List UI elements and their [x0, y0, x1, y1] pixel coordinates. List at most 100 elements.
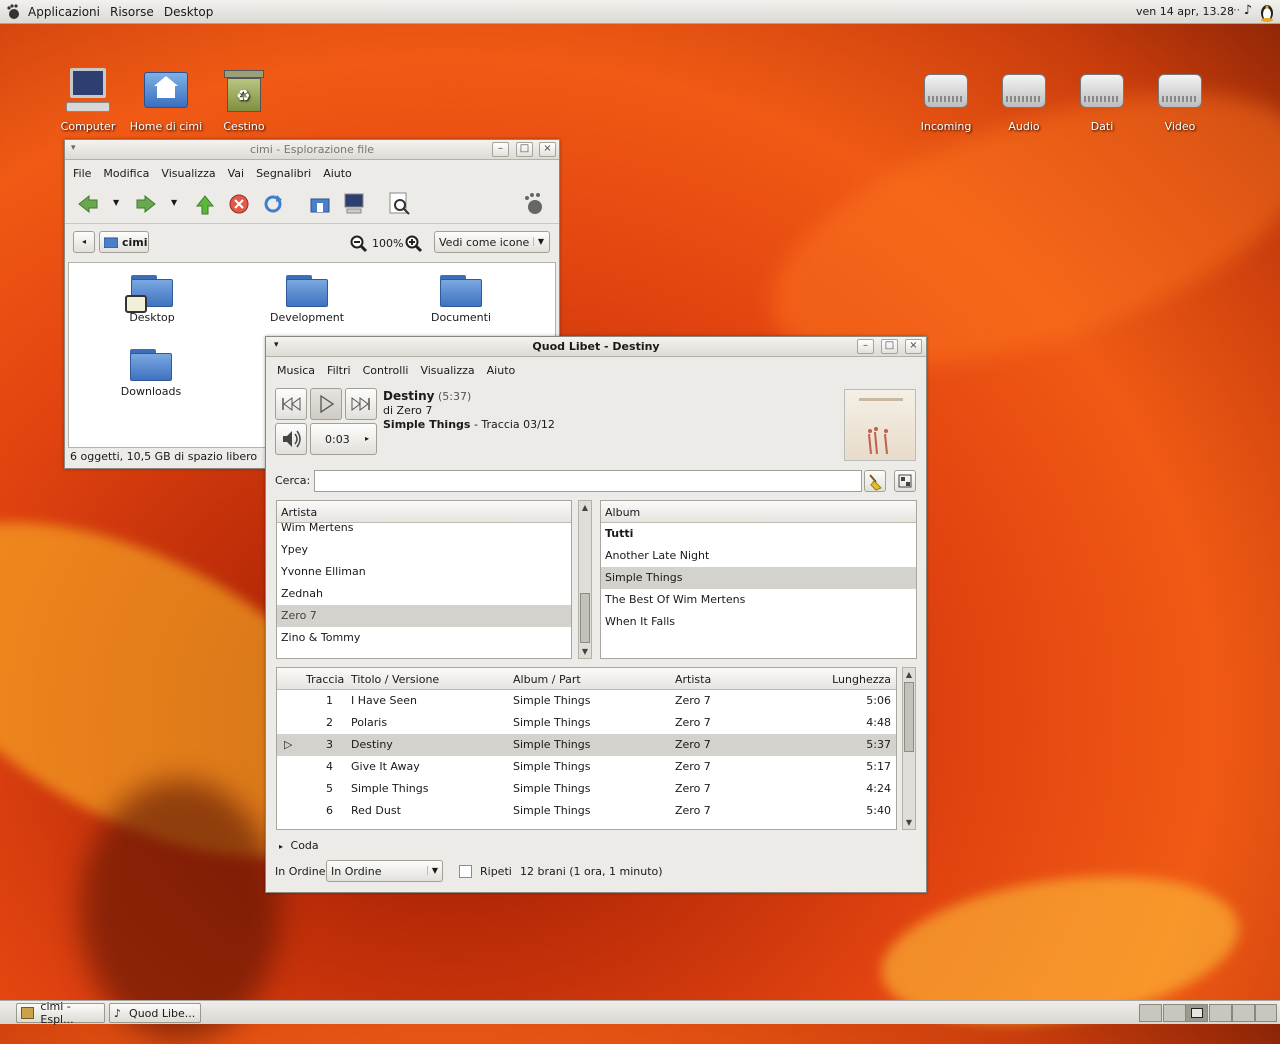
forward-history-dropdown-icon[interactable]: ▼: [171, 198, 177, 207]
column-lunghezza[interactable]: Lunghezza: [832, 673, 891, 686]
song-row[interactable]: 5 Simple Things Simple Things Zero 7 4:24: [277, 778, 896, 800]
menu-musica[interactable]: Musica: [277, 364, 315, 377]
workspace-2[interactable]: [1163, 1004, 1186, 1022]
previous-button[interactable]: [275, 388, 307, 420]
menu-filtri[interactable]: Filtri: [327, 364, 351, 377]
album-list[interactable]: Album Tutti Another Late Night Simple Thin…: [600, 500, 917, 659]
scrollbar-thumb[interactable]: [580, 593, 590, 643]
scroll-up-icon[interactable]: ▲: [903, 670, 915, 679]
menu-modifica[interactable]: Modifica: [103, 167, 149, 180]
desktop-icon-incoming[interactable]: Incoming: [904, 68, 988, 133]
song-row[interactable]: 4 Give It Away Simple Things Zero 7 5:17: [277, 756, 896, 778]
column-album[interactable]: Album / Part: [513, 673, 581, 686]
album-column-header[interactable]: Album: [601, 501, 916, 523]
workspace-6[interactable]: [1255, 1004, 1277, 1022]
menu-segnalibri[interactable]: Segnalibri: [256, 167, 311, 180]
desktop-icon-audio[interactable]: Audio: [982, 68, 1066, 133]
album-row[interactable]: Tutti: [601, 523, 916, 545]
menu-risorse[interactable]: Risorse: [110, 5, 154, 19]
menu-vai[interactable]: Vai: [228, 167, 244, 180]
artist-row[interactable]: Zednah: [277, 583, 571, 605]
task-quodlibet[interactable]: ♪ Quod Libe...: [109, 1003, 201, 1023]
menu-aiuto[interactable]: Aiuto: [487, 364, 516, 377]
search-icon[interactable]: [389, 192, 411, 216]
album-row[interactable]: Simple Things: [601, 567, 916, 589]
album-cover[interactable]: [844, 389, 916, 461]
album-row[interactable]: When It Falls: [601, 611, 916, 633]
song-row[interactable]: 1 I Have Seen Simple Things Zero 7 5:06: [277, 690, 896, 712]
workspace-5[interactable]: [1232, 1004, 1255, 1022]
play-button[interactable]: [310, 388, 342, 420]
music-note-icon[interactable]: ♪: [1244, 3, 1252, 18]
close-button[interactable]: ×: [905, 339, 922, 354]
path-button-cimi[interactable]: cimi: [99, 231, 149, 253]
scroll-up-icon[interactable]: ▲: [579, 503, 591, 512]
album-row[interactable]: The Best Of Wim Mertens: [601, 589, 916, 611]
folder-downloads[interactable]: Downloads: [101, 347, 201, 398]
queue-expander[interactable]: ▸ Coda: [279, 839, 319, 852]
volume-button[interactable]: [275, 423, 307, 455]
location-back-button[interactable]: ◂: [73, 231, 95, 253]
file-manager-titlebar[interactable]: ▾ cimi - Esplorazione file – □ ×: [65, 140, 559, 160]
desktop-icon-home[interactable]: Home di cimi: [124, 68, 208, 133]
workspace-3-active[interactable]: [1185, 1004, 1208, 1022]
minimize-button[interactable]: –: [857, 339, 874, 354]
view-mode-select[interactable]: Vedi come icone ▼: [434, 231, 550, 253]
song-row[interactable]: ▷ 3 Destiny Simple Things Zero 7 5:37: [277, 734, 896, 756]
song-list[interactable]: Traccia Titolo / Versione Album / Part A…: [276, 667, 897, 830]
search-input[interactable]: [314, 470, 862, 492]
artist-row[interactable]: Zino & Tommy: [277, 627, 571, 649]
browser-toggle-button[interactable]: [894, 470, 916, 492]
seek-button[interactable]: 0:03 ▸: [310, 423, 377, 455]
close-button[interactable]: ×: [539, 142, 556, 157]
desktop-icon-computer[interactable]: Computer: [46, 68, 130, 133]
menu-visualizza[interactable]: Visualizza: [161, 167, 215, 180]
desktop-icon-trash[interactable]: ♻ Cestino: [202, 68, 286, 133]
artist-scrollbar[interactable]: ▲ ▼: [578, 500, 592, 659]
repeat-checkbox[interactable]: [459, 865, 472, 878]
clock[interactable]: ven 14 apr, 13.28: [1136, 5, 1234, 18]
menu-file[interactable]: File: [73, 167, 91, 180]
computer-icon[interactable]: [343, 192, 365, 214]
artist-row[interactable]: Ypey: [277, 539, 571, 561]
forward-arrow-icon[interactable]: [135, 194, 157, 214]
quodlibet-titlebar[interactable]: ▾ Quod Libet - Destiny – □ ×: [266, 337, 926, 357]
reload-icon[interactable]: [263, 194, 283, 214]
scroll-down-icon[interactable]: ▼: [903, 818, 915, 827]
artist-list[interactable]: Artista Wim Mertens Ypey Yvonne Elliman Zed…: [276, 500, 572, 659]
column-artista[interactable]: Artista: [675, 673, 711, 686]
artist-row[interactable]: Wim Mertens: [277, 517, 571, 539]
menu-controlli[interactable]: Controlli: [363, 364, 409, 377]
column-titolo[interactable]: Titolo / Versione: [351, 673, 439, 686]
folder-documenti[interactable]: Documenti: [411, 273, 511, 324]
next-button[interactable]: [345, 388, 377, 420]
penguin-icon[interactable]: [1258, 2, 1276, 22]
clear-search-button[interactable]: [864, 470, 886, 492]
song-scrollbar[interactable]: ▲ ▼: [902, 667, 916, 830]
home-icon[interactable]: [309, 194, 331, 214]
desktop-icon-video[interactable]: Video: [1138, 68, 1222, 133]
folder-development[interactable]: Development: [257, 273, 357, 324]
menu-visualizza[interactable]: Visualizza: [420, 364, 474, 377]
scroll-down-icon[interactable]: ▼: [579, 647, 591, 656]
up-arrow-icon[interactable]: [195, 194, 215, 216]
album-row[interactable]: Another Late Night: [601, 545, 916, 567]
song-row[interactable]: 6 Red Dust Simple Things Zero 7 5:40: [277, 800, 896, 822]
menu-desktop[interactable]: Desktop: [164, 5, 214, 19]
maximize-button[interactable]: □: [881, 339, 898, 354]
column-traccia[interactable]: Traccia: [306, 673, 344, 686]
artist-row[interactable]: Yvonne Elliman: [277, 561, 571, 583]
artist-row[interactable]: Zero 7: [277, 605, 571, 627]
gnome-foot-icon[interactable]: [6, 3, 20, 20]
desktop-icon-dati[interactable]: Dati: [1060, 68, 1144, 133]
repeat-label[interactable]: Ripeti: [480, 865, 512, 878]
order-select[interactable]: In Ordine ▼: [326, 860, 443, 882]
zoom-out-icon[interactable]: [350, 235, 368, 253]
maximize-button[interactable]: □: [516, 142, 533, 157]
back-history-dropdown-icon[interactable]: ▼: [113, 198, 119, 207]
minimize-button[interactable]: –: [492, 142, 509, 157]
folder-desktop[interactable]: Desktop: [102, 273, 202, 324]
stop-icon[interactable]: [229, 194, 249, 214]
song-row[interactable]: 2 Polaris Simple Things Zero 7 4:48: [277, 712, 896, 734]
scrollbar-thumb[interactable]: [904, 682, 914, 752]
